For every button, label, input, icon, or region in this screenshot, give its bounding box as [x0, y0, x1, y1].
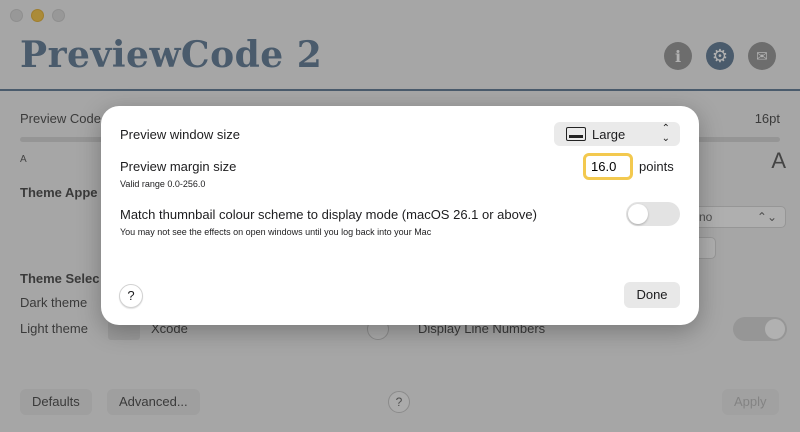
window-size-icon [566, 127, 586, 141]
margin-input[interactable] [583, 153, 633, 180]
advanced-settings-dialog: Preview window size Large ⌃ ⌄ Preview mar… [101, 106, 699, 325]
toggle-knob [628, 204, 648, 224]
window-size-label: Preview window size [120, 127, 240, 142]
window-size-select[interactable]: Large ⌃ ⌄ [554, 122, 680, 146]
dialog-help-button[interactable]: ? [119, 284, 143, 308]
chevron-updown-icon: ⌃⌄ [661, 123, 670, 144]
margin-label: Preview margin size [120, 159, 237, 174]
margin-hint: Valid range 0.0-256.0 [120, 179, 206, 189]
match-colour-scheme-toggle[interactable] [626, 202, 680, 226]
match-colour-scheme-label: Match thumnbail colour scheme to display… [120, 207, 537, 222]
window-size-value: Large [592, 126, 626, 142]
match-colour-scheme-hint: You may not see the effects on open wind… [120, 227, 432, 237]
margin-unit-label: points [639, 159, 674, 174]
done-button[interactable]: Done [624, 282, 680, 308]
